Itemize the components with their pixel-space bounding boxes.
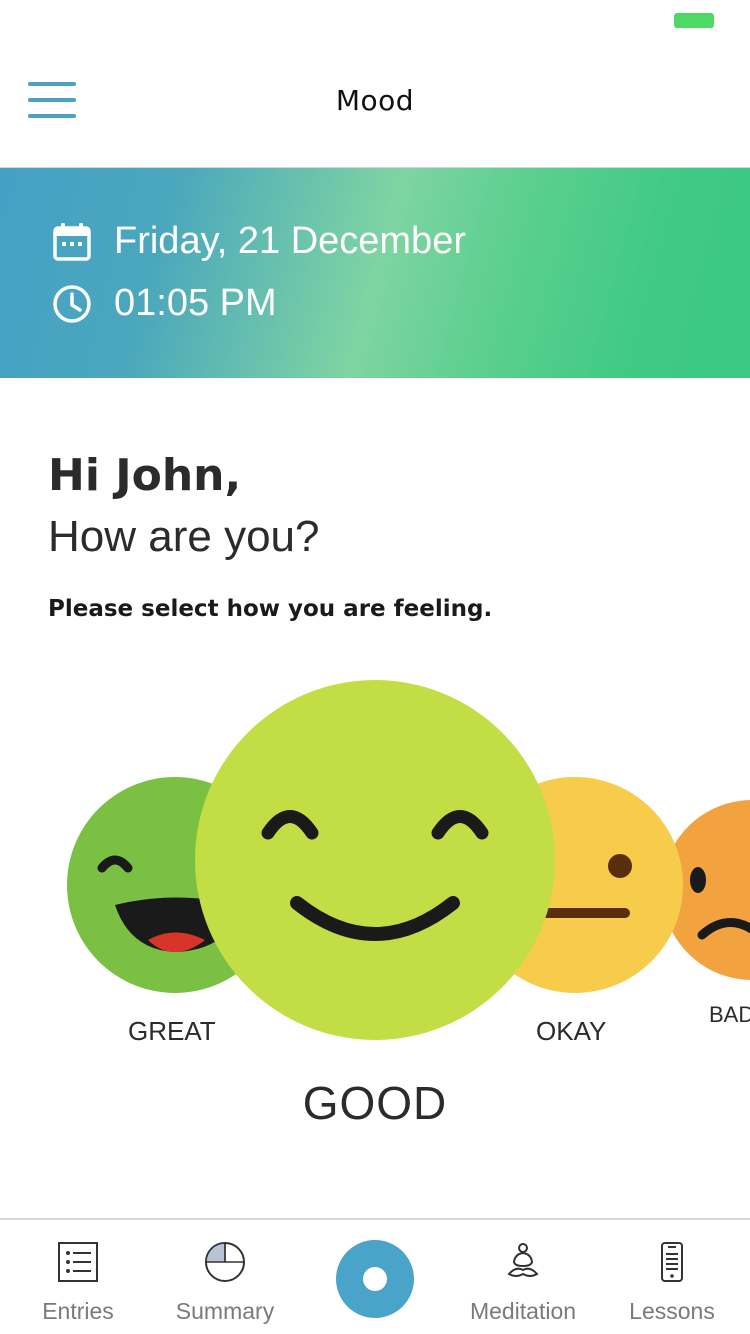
tab-entries[interactable]: Entries bbox=[8, 1220, 148, 1334]
tab-meditation-label: Meditation bbox=[469, 1298, 577, 1324]
mood-label-bad[interactable]: BAD bbox=[709, 1002, 750, 1028]
time-row[interactable]: 01:05 PM bbox=[52, 282, 277, 325]
tab-lessons[interactable]: Lessons bbox=[602, 1220, 742, 1334]
mood-label-great[interactable]: GREAT bbox=[128, 1016, 216, 1047]
nav-bar: Mood bbox=[0, 40, 750, 168]
entry-time: 01:05 PM bbox=[114, 282, 277, 324]
tab-bar: Entries Summary Meditation Lessons bbox=[0, 1218, 750, 1334]
tab-entries-label: Entries bbox=[42, 1298, 114, 1324]
greeting-heading: Hi John, bbox=[48, 450, 242, 501]
pie-chart-icon bbox=[203, 1240, 247, 1284]
battery-icon bbox=[674, 13, 714, 28]
date-banner: Friday, 21 December 01:05 PM bbox=[0, 168, 750, 378]
mood-good-face[interactable] bbox=[195, 680, 555, 1040]
meditation-icon bbox=[501, 1240, 545, 1284]
tab-meditation[interactable]: Meditation bbox=[448, 1220, 598, 1334]
tab-summary-label: Summary bbox=[175, 1298, 275, 1324]
mood-selector[interactable] bbox=[0, 660, 750, 1140]
tab-summary[interactable]: Summary bbox=[155, 1220, 295, 1334]
date-row[interactable]: Friday, 21 December bbox=[52, 220, 466, 263]
phone-lessons-icon bbox=[650, 1240, 694, 1284]
list-icon bbox=[56, 1240, 100, 1284]
entry-date: Friday, 21 December bbox=[114, 220, 466, 262]
greeting-question: How are you? bbox=[48, 512, 320, 561]
calendar-icon bbox=[52, 222, 92, 262]
status-bar bbox=[0, 0, 750, 40]
tab-lessons-label: Lessons bbox=[629, 1298, 715, 1324]
clock-icon bbox=[52, 284, 92, 324]
add-entry-button[interactable] bbox=[336, 1240, 414, 1318]
mood-prompt: Please select how you are feeling. bbox=[48, 596, 493, 622]
mood-label-okay[interactable]: OKAY bbox=[536, 1016, 606, 1047]
page-title: Mood bbox=[335, 84, 415, 117]
selected-mood-label: GOOD bbox=[302, 1077, 448, 1129]
